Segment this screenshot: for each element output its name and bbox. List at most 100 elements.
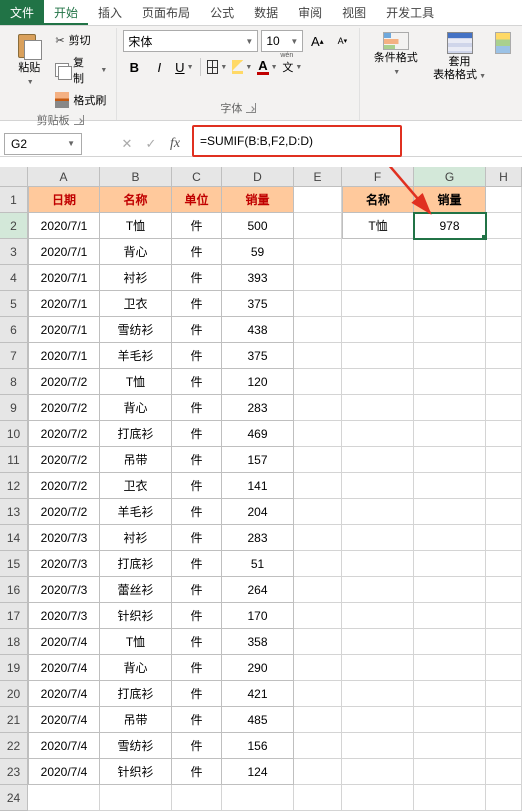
tab-view[interactable]: 视图 — [332, 0, 376, 25]
cell-E19[interactable] — [294, 655, 342, 681]
row-header-17[interactable]: 17 — [0, 603, 28, 629]
row-header-6[interactable]: 6 — [0, 317, 28, 343]
cell-E22[interactable] — [294, 733, 342, 759]
cell-B16[interactable]: 蕾丝衫 — [100, 577, 172, 603]
cell-C17[interactable]: 件 — [172, 603, 222, 629]
row-header-12[interactable]: 12 — [0, 473, 28, 499]
cell-E3[interactable] — [294, 239, 342, 265]
cell-H22[interactable] — [486, 733, 522, 759]
cell-F14[interactable] — [342, 525, 414, 551]
col-header-G[interactable]: G — [414, 167, 486, 187]
cell-B23[interactable]: 针织衫 — [100, 759, 172, 785]
cell-A12[interactable]: 2020/7/2 — [28, 473, 100, 499]
row-header-21[interactable]: 21 — [0, 707, 28, 733]
cell-C19[interactable]: 件 — [172, 655, 222, 681]
row-header-4[interactable]: 4 — [0, 265, 28, 291]
col-header-E[interactable]: E — [294, 167, 342, 187]
cell-G8[interactable] — [414, 369, 486, 395]
paste-button[interactable]: 粘贴▼ — [10, 30, 48, 90]
cell-C13[interactable]: 件 — [172, 499, 222, 525]
worksheet-grid[interactable]: ABCDEFGH 1日期名称单位销量名称销量22020/7/1T恤件500T恤9… — [0, 167, 522, 811]
cancel-formula-button[interactable]: ✕ — [116, 136, 138, 152]
cell-D1[interactable]: 销量 — [222, 187, 294, 213]
cell-D19[interactable]: 290 — [222, 655, 294, 681]
cell-D3[interactable]: 59 — [222, 239, 294, 265]
cell-B14[interactable]: 衬衫 — [100, 525, 172, 551]
cell-C6[interactable]: 件 — [172, 317, 222, 343]
cell-B20[interactable]: 打底衫 — [100, 681, 172, 707]
shrink-font-button[interactable]: A▾ — [331, 30, 353, 52]
cell-F23[interactable] — [342, 759, 414, 785]
col-header-C[interactable]: C — [172, 167, 222, 187]
cell-B9[interactable]: 背心 — [100, 395, 172, 421]
phonetic-button[interactable]: 文▼ — [281, 56, 303, 78]
cell-E8[interactable] — [294, 369, 342, 395]
cell-D23[interactable]: 124 — [222, 759, 294, 785]
cell-D5[interactable]: 375 — [222, 291, 294, 317]
cell-G23[interactable] — [414, 759, 486, 785]
cell-A15[interactable]: 2020/7/3 — [28, 551, 100, 577]
cell-C5[interactable]: 件 — [172, 291, 222, 317]
cell-A18[interactable]: 2020/7/4 — [28, 629, 100, 655]
cell-B15[interactable]: 打底衫 — [100, 551, 172, 577]
cell-F21[interactable] — [342, 707, 414, 733]
tab-review[interactable]: 审阅 — [288, 0, 332, 25]
cell-E13[interactable] — [294, 499, 342, 525]
cell-D11[interactable]: 157 — [222, 447, 294, 473]
cell-D16[interactable]: 264 — [222, 577, 294, 603]
cell-H19[interactable] — [486, 655, 522, 681]
cell-A19[interactable]: 2020/7/4 — [28, 655, 100, 681]
underline-button[interactable]: U▼ — [173, 56, 195, 78]
row-header-19[interactable]: 19 — [0, 655, 28, 681]
cell-C24[interactable] — [172, 785, 222, 811]
tab-data[interactable]: 数据 — [244, 0, 288, 25]
cell-G1[interactable]: 销量 — [414, 187, 486, 213]
tab-home[interactable]: 开始 — [44, 0, 88, 25]
cell-D10[interactable]: 469 — [222, 421, 294, 447]
cell-A16[interactable]: 2020/7/3 — [28, 577, 100, 603]
cell-H18[interactable] — [486, 629, 522, 655]
cell-F18[interactable] — [342, 629, 414, 655]
cell-A22[interactable]: 2020/7/4 — [28, 733, 100, 759]
cell-B6[interactable]: 雪纺衫 — [100, 317, 172, 343]
cell-F4[interactable] — [342, 265, 414, 291]
cell-G14[interactable] — [414, 525, 486, 551]
cell-F10[interactable] — [342, 421, 414, 447]
cell-G2[interactable]: 978 — [414, 213, 486, 239]
cell-E7[interactable] — [294, 343, 342, 369]
cell-A13[interactable]: 2020/7/2 — [28, 499, 100, 525]
select-all-corner[interactable] — [0, 167, 28, 187]
cell-A5[interactable]: 2020/7/1 — [28, 291, 100, 317]
conditional-format-button[interactable]: 条件格式▼ — [366, 30, 425, 80]
cell-C20[interactable]: 件 — [172, 681, 222, 707]
cell-H23[interactable] — [486, 759, 522, 785]
tab-insert[interactable]: 插入 — [88, 0, 132, 25]
cell-F24[interactable] — [342, 785, 414, 811]
copy-button[interactable]: 复制▼ — [52, 52, 110, 88]
row-header-10[interactable]: 10 — [0, 421, 28, 447]
col-header-F[interactable]: F — [342, 167, 414, 187]
clipboard-launcher[interactable] — [74, 115, 84, 125]
cell-F1[interactable]: 名称 — [342, 187, 414, 213]
insert-function-button[interactable]: fx — [164, 136, 186, 152]
fill-color-button[interactable]: ▼ — [231, 56, 253, 78]
cell-C12[interactable]: 件 — [172, 473, 222, 499]
cell-C8[interactable]: 件 — [172, 369, 222, 395]
cell-A20[interactable]: 2020/7/4 — [28, 681, 100, 707]
font-color-button[interactable]: A▼ — [256, 56, 278, 78]
format-as-table-button[interactable]: 套用 表格格式▼ — [429, 30, 490, 84]
cell-D18[interactable]: 358 — [222, 629, 294, 655]
cell-F2[interactable]: T恤 — [342, 213, 414, 239]
col-header-B[interactable]: B — [100, 167, 172, 187]
cell-G11[interactable] — [414, 447, 486, 473]
cell-G16[interactable] — [414, 577, 486, 603]
cell-H10[interactable] — [486, 421, 522, 447]
cell-A11[interactable]: 2020/7/2 — [28, 447, 100, 473]
cell-F20[interactable] — [342, 681, 414, 707]
cell-H20[interactable] — [486, 681, 522, 707]
cell-E14[interactable] — [294, 525, 342, 551]
cell-H11[interactable] — [486, 447, 522, 473]
cell-D20[interactable]: 421 — [222, 681, 294, 707]
cell-F5[interactable] — [342, 291, 414, 317]
cell-C9[interactable]: 件 — [172, 395, 222, 421]
